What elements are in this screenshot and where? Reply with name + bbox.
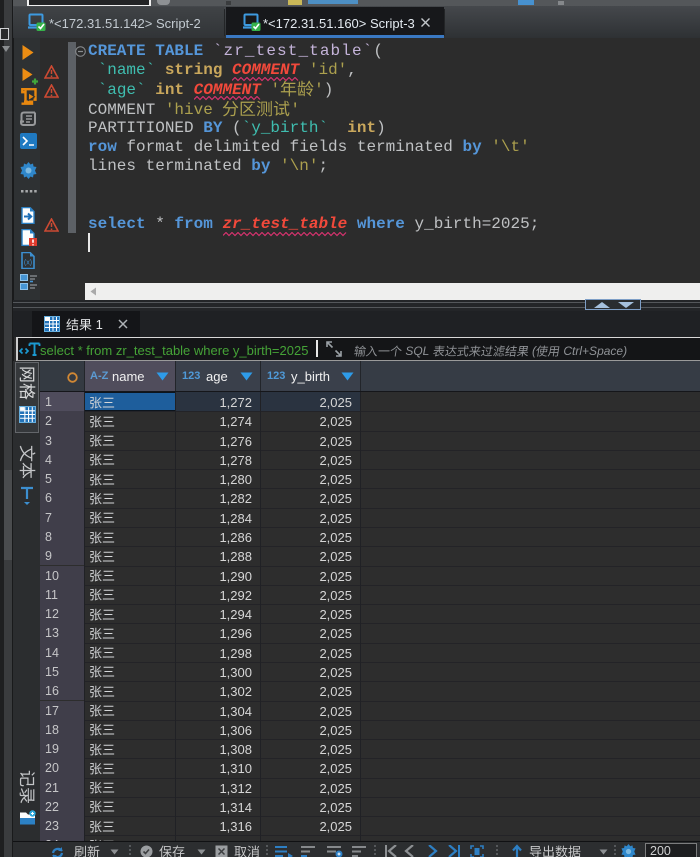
- svg-text:(x): (x): [24, 260, 32, 267]
